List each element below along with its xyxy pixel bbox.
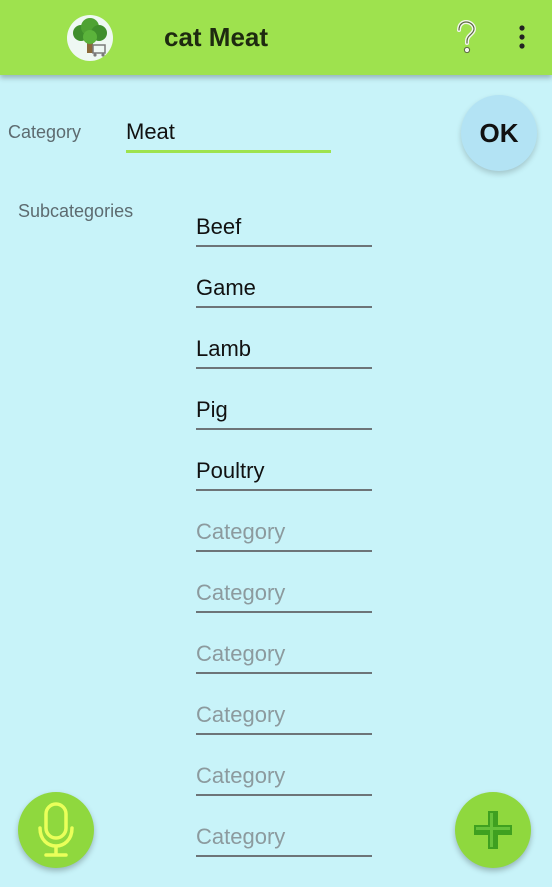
help-icon [457, 20, 477, 54]
subcategory-input-empty[interactable] [196, 758, 372, 796]
subcategories-label: Subcategories [18, 201, 134, 221]
page-title: cat Meat [164, 22, 269, 52]
ok-button[interactable]: OK [461, 95, 537, 171]
subcategory-input[interactable] [196, 331, 372, 369]
overflow-menu-icon [519, 25, 525, 49]
subcategory-input-empty[interactable] [196, 697, 372, 735]
plus-icon [474, 811, 512, 849]
microphone-icon [38, 802, 74, 857]
overflow-menu-button[interactable] [508, 18, 536, 56]
add-subcategory-button[interactable] [455, 792, 531, 868]
subcategory-input-empty[interactable] [196, 636, 372, 674]
subcategory-input-empty[interactable] [196, 819, 372, 857]
subcategory-input-empty[interactable] [196, 514, 372, 552]
subcategory-input[interactable] [196, 453, 372, 491]
category-label: Category [8, 122, 82, 142]
help-button[interactable] [452, 18, 480, 56]
app-bar: cat Meat [0, 0, 552, 75]
subcategory-input[interactable] [196, 270, 372, 308]
voice-input-button[interactable] [18, 792, 94, 868]
subcategory-list [196, 209, 372, 880]
subcategory-input[interactable] [196, 392, 372, 430]
subcategory-input[interactable] [196, 209, 372, 247]
category-name-input[interactable] [126, 113, 331, 153]
broccoli-cart-icon [67, 15, 113, 61]
subcategory-input-empty[interactable] [196, 575, 372, 613]
